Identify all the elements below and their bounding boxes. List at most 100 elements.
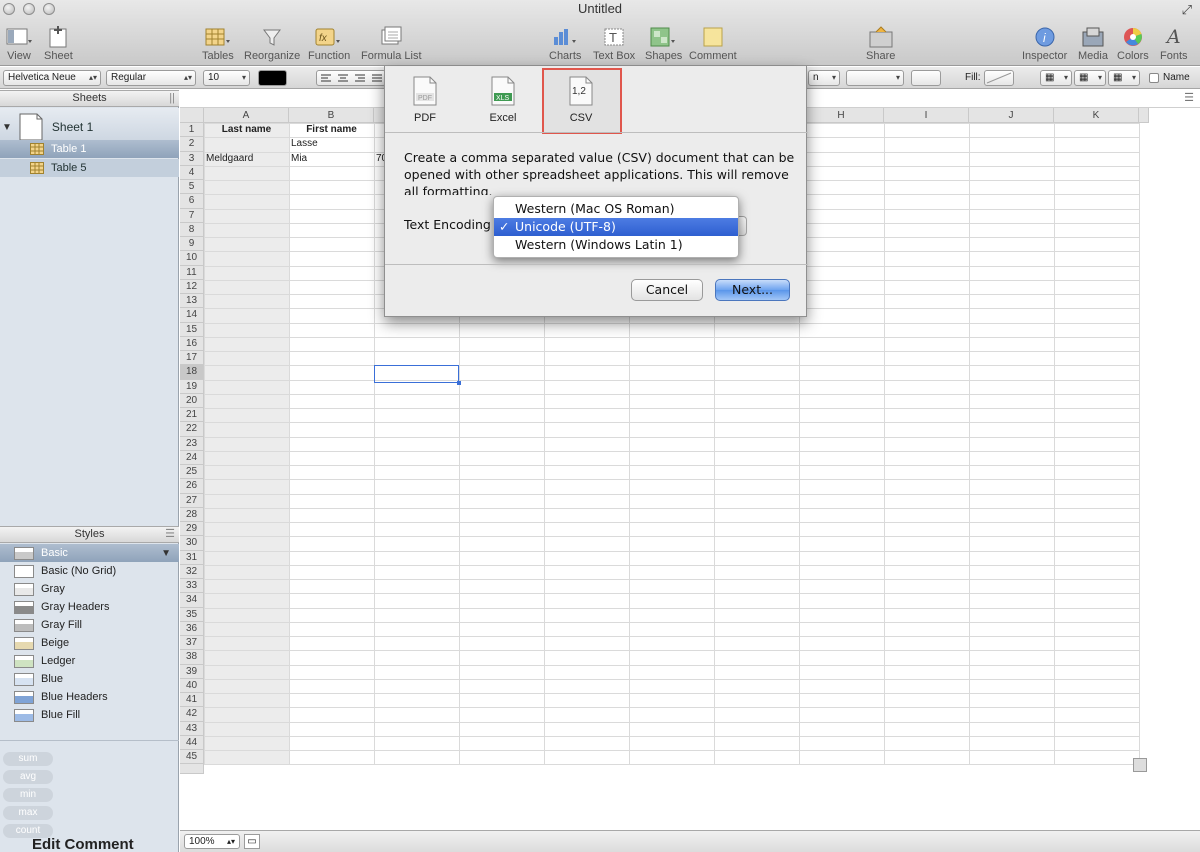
export-csv-button[interactable]: 1,2 CSV bbox=[546, 76, 616, 136]
row-header[interactable]: 41 bbox=[180, 693, 204, 708]
zoom-select[interactable]: 100% ▴▾ bbox=[184, 834, 240, 849]
row-header[interactable]: 44 bbox=[180, 735, 204, 750]
row-header[interactable]: 33 bbox=[180, 579, 204, 594]
font-style-select[interactable]: Regular ▴▾ bbox=[106, 70, 196, 86]
view-button[interactable]: View bbox=[6, 26, 32, 62]
header-cell[interactable]: First name bbox=[289, 123, 374, 137]
function-button[interactable]: fx Function bbox=[308, 26, 350, 62]
quick-function-max[interactable]: max bbox=[3, 806, 53, 820]
charts-button[interactable]: Charts bbox=[549, 26, 581, 62]
row-header[interactable]: 27 bbox=[180, 493, 204, 508]
row-header[interactable]: 36 bbox=[180, 621, 204, 636]
header-columns-select[interactable]: ▦ ▾ bbox=[1074, 70, 1106, 86]
selection-fill-handle[interactable] bbox=[457, 380, 461, 385]
export-pdf-button[interactable]: PDF PDF bbox=[390, 76, 460, 136]
style-item[interactable]: Basic ▼ bbox=[0, 544, 179, 562]
footer-rows-select[interactable]: ▦ ▾ bbox=[1108, 70, 1140, 86]
column-header[interactable]: H bbox=[799, 108, 884, 123]
column-header[interactable]: K bbox=[1054, 108, 1139, 123]
table-cell[interactable]: Mia bbox=[289, 152, 374, 166]
row-header[interactable]: 39 bbox=[180, 664, 204, 679]
quick-function-avg[interactable]: avg bbox=[3, 770, 53, 784]
row-header[interactable]: 43 bbox=[180, 721, 204, 736]
font-family-select[interactable]: Helvetica Neue ▴▾ bbox=[3, 70, 101, 86]
row-header[interactable]: 1 bbox=[180, 123, 204, 138]
column-header[interactable]: A bbox=[204, 108, 289, 123]
panel-menu-icon[interactable]: ☰ bbox=[165, 527, 175, 542]
encoding-option-windows-latin1[interactable]: Western (Windows Latin 1) bbox=[494, 236, 738, 254]
style-menu-triangle-icon[interactable]: ▼ bbox=[161, 548, 171, 559]
sheet-table-item[interactable]: Table 5 bbox=[0, 159, 179, 177]
row-header[interactable]: 10 bbox=[180, 251, 204, 266]
sheet-button[interactable]: Sheet bbox=[44, 26, 73, 62]
style-item[interactable]: Beige bbox=[0, 634, 179, 652]
name-checkbox[interactable] bbox=[1149, 73, 1159, 83]
row-add-handle[interactable] bbox=[180, 764, 204, 775]
row-header[interactable]: 28 bbox=[180, 507, 204, 522]
row-header[interactable]: 5 bbox=[180, 180, 204, 195]
comment-button[interactable]: Comment bbox=[689, 26, 737, 62]
colors-button[interactable]: Colors bbox=[1117, 26, 1149, 62]
quick-function-min[interactable]: min bbox=[3, 788, 53, 802]
row-header[interactable]: 42 bbox=[180, 707, 204, 722]
row-header[interactable]: 17 bbox=[180, 351, 204, 366]
row-header[interactable]: 4 bbox=[180, 165, 204, 180]
row-header[interactable]: 37 bbox=[180, 636, 204, 651]
table-cell[interactable] bbox=[204, 137, 289, 151]
row-header[interactable]: 15 bbox=[180, 322, 204, 337]
truncated-select[interactable]: n ▾ bbox=[808, 70, 840, 86]
row-header[interactable]: 23 bbox=[180, 436, 204, 451]
row-header[interactable]: 40 bbox=[180, 678, 204, 693]
row-header[interactable]: 35 bbox=[180, 607, 204, 622]
table-cell[interactable]: Lasse bbox=[289, 137, 374, 151]
header-cell[interactable]: Last name bbox=[204, 123, 289, 137]
row-header[interactable]: 26 bbox=[180, 479, 204, 494]
media-button[interactable]: Media bbox=[1078, 26, 1108, 62]
menu-lines-icon[interactable]: ☰ bbox=[1184, 91, 1194, 104]
row-header[interactable]: 32 bbox=[180, 564, 204, 579]
fonts-button[interactable]: A Fonts bbox=[1160, 26, 1188, 62]
text-box-button[interactable]: T Text Box bbox=[593, 26, 635, 62]
style-item[interactable]: Blue Headers bbox=[0, 688, 179, 706]
style-item[interactable]: Ledger bbox=[0, 652, 179, 670]
row-header[interactable]: 14 bbox=[180, 308, 204, 323]
row-header[interactable]: 9 bbox=[180, 237, 204, 252]
sheet-table-item[interactable]: Table 1 bbox=[0, 140, 179, 158]
style-item[interactable]: Gray bbox=[0, 580, 179, 598]
style-item[interactable]: Gray Fill bbox=[0, 616, 179, 634]
row-header[interactable]: 11 bbox=[180, 265, 204, 280]
column-add-handle[interactable] bbox=[1139, 108, 1149, 123]
table-cell[interactable]: Meldgaard bbox=[204, 152, 289, 166]
next-button[interactable]: Next... bbox=[715, 279, 790, 301]
row-header[interactable]: 12 bbox=[180, 279, 204, 294]
cancel-button[interactable]: Cancel bbox=[631, 279, 703, 301]
selected-cell[interactable] bbox=[374, 365, 459, 383]
row-header[interactable]: 19 bbox=[180, 379, 204, 394]
row-header[interactable]: 18 bbox=[180, 365, 204, 380]
quick-function-sum[interactable]: sum bbox=[3, 752, 53, 766]
text-color-well[interactable] bbox=[258, 70, 287, 86]
shapes-button[interactable]: Shapes bbox=[645, 26, 682, 62]
row-header[interactable]: 6 bbox=[180, 194, 204, 209]
row-header[interactable]: 34 bbox=[180, 593, 204, 608]
stroke-color-well[interactable] bbox=[911, 70, 941, 86]
fill-color-well[interactable] bbox=[984, 70, 1014, 86]
row-header[interactable]: 45 bbox=[180, 750, 204, 765]
row-header[interactable]: 22 bbox=[180, 422, 204, 437]
row-header[interactable]: 2 bbox=[180, 137, 204, 152]
panel-grip-icon[interactable]: || bbox=[169, 91, 175, 106]
row-header[interactable]: 25 bbox=[180, 465, 204, 480]
column-header[interactable]: B bbox=[289, 108, 374, 123]
encoding-option-mac-roman[interactable]: Western (Mac OS Roman) bbox=[494, 200, 738, 218]
row-header[interactable]: 20 bbox=[180, 393, 204, 408]
encoding-option-utf8[interactable]: ✓ Unicode (UTF-8) bbox=[494, 218, 738, 236]
style-item[interactable]: Blue bbox=[0, 670, 179, 688]
style-item[interactable]: Gray Headers bbox=[0, 598, 179, 616]
style-item[interactable]: Blue Fill bbox=[0, 706, 179, 724]
row-header[interactable]: 29 bbox=[180, 522, 204, 537]
text-align-buttons[interactable] bbox=[316, 70, 386, 86]
tables-button[interactable]: Tables bbox=[202, 26, 234, 62]
reorganize-button[interactable]: Reorganize bbox=[244, 26, 300, 62]
row-header[interactable]: 24 bbox=[180, 450, 204, 465]
export-excel-button[interactable]: XLS Excel bbox=[468, 76, 538, 136]
